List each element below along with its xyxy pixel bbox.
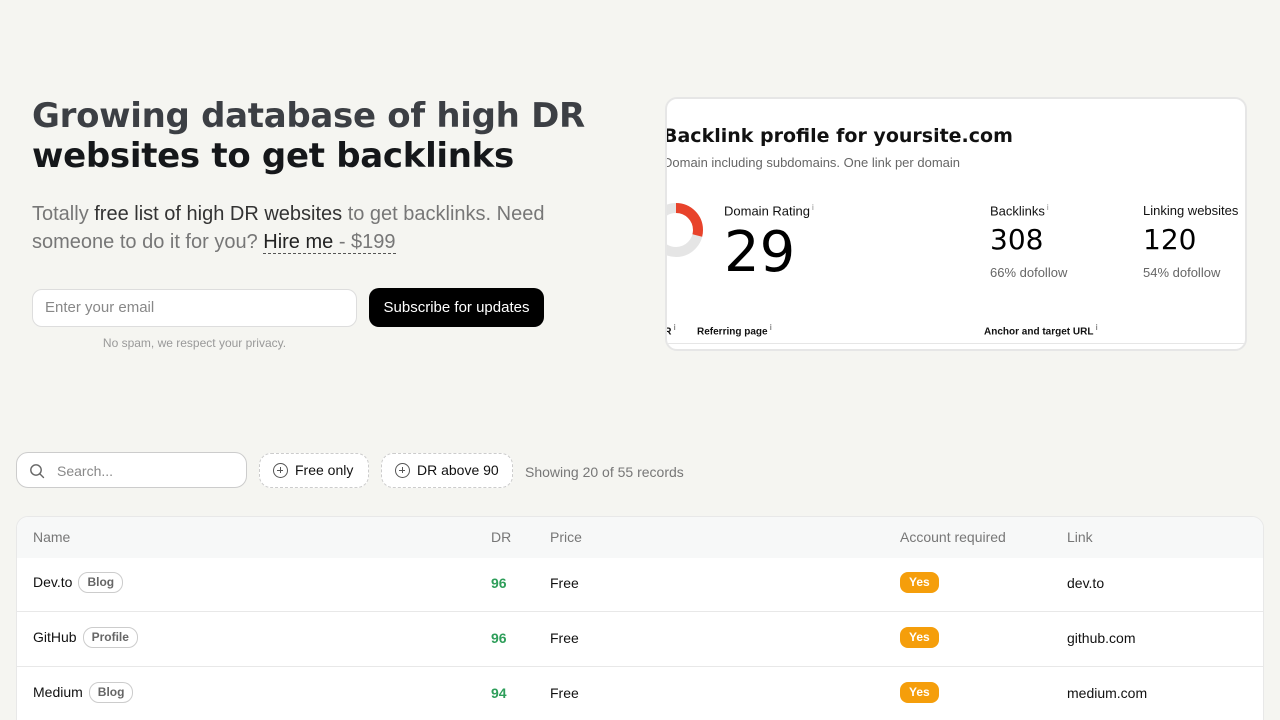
hire-me-price: - $199 xyxy=(333,231,396,253)
linking-websites-label: Linking websites xyxy=(1143,203,1239,218)
site-link[interactable]: dev.to xyxy=(1067,575,1104,591)
col-dr-header: DRi xyxy=(667,323,676,337)
linking-websites-value: 120 xyxy=(1143,223,1197,256)
record-count: Showing 20 of 55 records xyxy=(525,464,684,480)
subscribe-button[interactable]: Subscribe for updates xyxy=(369,288,544,327)
domain-rating-donut xyxy=(667,203,703,257)
site-link[interactable]: github.com xyxy=(1067,630,1135,646)
subtitle-highlight: free list of high DR websites xyxy=(94,203,343,225)
subtitle-lead: Totally xyxy=(32,203,95,225)
dr-above-90-filter[interactable]: DR above 90 xyxy=(381,453,513,488)
table-row[interactable]: GitHub Profile 96 Free Yes github.com xyxy=(17,612,1263,667)
info-icon[interactable]: i xyxy=(1047,203,1049,212)
hero-subtitle: Totally free list of high DR websites to… xyxy=(32,200,602,256)
price-value: Free xyxy=(550,575,579,591)
account-required-cell: Yes xyxy=(900,572,939,594)
name-cell: GitHub Profile xyxy=(33,627,138,649)
site-link[interactable]: medium.com xyxy=(1067,685,1147,701)
hire-me-link[interactable]: Hire me - $199 xyxy=(263,231,396,254)
dr-value: 96 xyxy=(491,575,507,591)
table-header: Name DR Price Account required Link xyxy=(17,517,1263,558)
header-dr[interactable]: DR xyxy=(491,529,511,545)
yes-badge: Yes xyxy=(900,627,939,648)
email-field[interactable]: Enter your email xyxy=(32,289,357,327)
free-only-filter[interactable]: Free only xyxy=(259,453,369,488)
domain-rating-value: 29 xyxy=(724,220,796,285)
dr-value: 96 xyxy=(491,630,507,646)
hire-me-label: Hire me xyxy=(263,231,334,253)
col-referring-text: Referring page xyxy=(697,326,768,338)
backlinks-label: Backlinks i xyxy=(990,203,1049,218)
search-input[interactable]: Search... xyxy=(16,452,247,488)
price-value: Free xyxy=(550,630,579,646)
table-row[interactable]: Medium Blog 94 Free Yes medium.com xyxy=(17,667,1263,720)
header-link[interactable]: Link xyxy=(1067,529,1093,545)
search-placeholder: Search... xyxy=(57,463,114,479)
preview-title: Backlink profile for yoursite.com xyxy=(665,125,1013,147)
category-tag: Blog xyxy=(78,572,124,593)
account-required-cell: Yes xyxy=(900,627,939,649)
title-line-1: Growing database of high DR xyxy=(32,96,585,136)
site-name: Medium xyxy=(33,684,83,700)
col-referring-header: Referring page i xyxy=(697,323,772,337)
domain-rating-label: Domain Rating i xyxy=(724,203,814,218)
dr-value: 94 xyxy=(491,685,507,701)
category-tag: Profile xyxy=(82,627,138,648)
table-row[interactable]: Dev.to Blog 96 Free Yes dev.to xyxy=(17,557,1263,612)
info-icon[interactable]: i xyxy=(673,323,675,332)
backlinks-value: 308 xyxy=(990,223,1044,256)
info-icon[interactable]: i xyxy=(770,323,772,332)
page-title: Growing database of high DR websites to … xyxy=(32,96,592,176)
hero: Growing database of high DR websites to … xyxy=(32,96,592,176)
search-icon xyxy=(30,464,45,479)
backlink-profile-preview: Backlink profile for yoursite.com Domain… xyxy=(665,97,1247,351)
col-anchor-header: Anchor and target URL i xyxy=(984,323,1098,337)
preview-description: Domain including subdomains. One link pe… xyxy=(665,155,960,170)
divider xyxy=(667,343,1245,344)
yes-badge: Yes xyxy=(900,682,939,703)
category-tag: Blog xyxy=(88,682,134,703)
plus-circle-icon xyxy=(395,463,410,478)
account-required-cell: Yes xyxy=(900,682,939,704)
info-icon[interactable]: i xyxy=(812,203,814,212)
websites-table: Name DR Price Account required Link Dev.… xyxy=(16,516,1264,720)
plus-circle-icon xyxy=(273,463,288,478)
backlinks-text: Backlinks xyxy=(990,203,1045,219)
domain-rating-text: Domain Rating xyxy=(724,203,810,219)
col-anchor-text: Anchor and target URL xyxy=(984,326,1094,338)
header-name[interactable]: Name xyxy=(33,529,70,545)
name-cell: Dev.to Blog xyxy=(33,572,124,594)
header-price[interactable]: Price xyxy=(550,529,582,545)
col-dr-text: DR xyxy=(667,326,671,337)
backlinks-dofollow: 66% dofollow xyxy=(990,265,1068,280)
info-icon[interactable]: i xyxy=(1095,323,1097,332)
title-line-2: websites to get backlinks xyxy=(32,136,514,176)
linking-websites-dofollow: 54% dofollow xyxy=(1143,265,1221,280)
name-cell: Medium Blog xyxy=(33,682,134,704)
price-value: Free xyxy=(550,685,579,701)
yes-badge: Yes xyxy=(900,572,939,593)
site-name: GitHub xyxy=(33,629,77,645)
privacy-note: No spam, we respect your privacy. xyxy=(102,336,287,350)
dr-above-90-label: DR above 90 xyxy=(417,462,499,478)
free-only-label: Free only xyxy=(295,462,354,478)
site-name: Dev.to xyxy=(33,574,73,590)
header-account-required[interactable]: Account required xyxy=(900,529,1006,545)
